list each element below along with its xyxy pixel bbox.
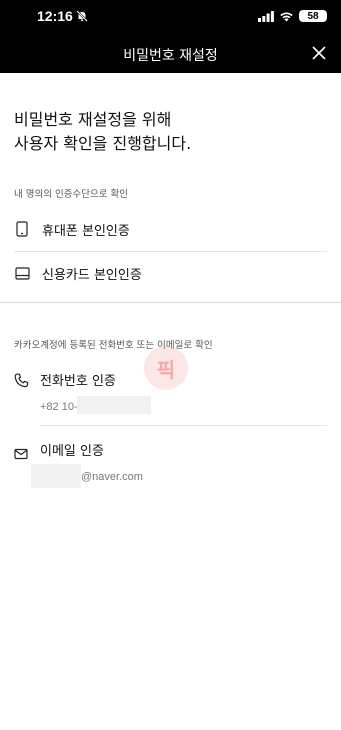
credit-card-icon bbox=[14, 265, 30, 281]
masked-phone-number: +82 10- bbox=[40, 401, 78, 413]
masked-email: @naver.com bbox=[81, 471, 143, 483]
instruction-heading: 비밀번호 재설정을 위해 사용자 확인을 진행합니다. bbox=[14, 108, 191, 156]
bell-slash-icon bbox=[76, 10, 88, 22]
status-indicators: 58 bbox=[258, 9, 327, 23]
phone-identity-verification[interactable]: 휴대폰 본인인증 bbox=[14, 207, 327, 251]
email-redaction bbox=[31, 464, 81, 488]
heading-line-1: 비밀번호 재설정을 위해 bbox=[14, 110, 172, 129]
section-label-own-identity: 내 명의의 인증수단으로 확인 bbox=[14, 189, 128, 200]
battery-indicator: 58 bbox=[299, 10, 327, 22]
card-identity-verification[interactable]: 신용카드 본인인증 bbox=[14, 251, 327, 295]
phone-verification-label: 전화번호 인증 bbox=[40, 374, 116, 389]
phone-identity-label: 휴대폰 본인인증 bbox=[42, 223, 130, 239]
email-verification[interactable]: 이메일 인증 @naver.com bbox=[14, 440, 327, 492]
close-icon[interactable] bbox=[309, 43, 329, 63]
heading-line-2: 사용자 확인을 진행합니다. bbox=[14, 134, 192, 153]
watermark-badge: 픽 bbox=[144, 346, 188, 390]
nav-header: 비밀번호 재설정 bbox=[0, 33, 341, 73]
wifi-icon bbox=[280, 11, 293, 21]
signal-icon bbox=[258, 10, 274, 22]
status-time: 12:16 bbox=[37, 8, 73, 24]
page-title: 비밀번호 재설정 bbox=[123, 48, 218, 64]
status-bar: 12:16 58 bbox=[0, 0, 341, 33]
phone-number-redaction bbox=[77, 396, 151, 414]
card-identity-label: 신용카드 본인인증 bbox=[42, 267, 142, 283]
divider bbox=[40, 425, 327, 426]
section-divider bbox=[0, 302, 341, 303]
email-verification-label: 이메일 인증 bbox=[40, 444, 104, 459]
mobile-phone-icon bbox=[14, 221, 30, 237]
phone-icon bbox=[14, 373, 29, 392]
section-label-kakao-account: 카카오계정에 등록된 전화번호 또는 이메일로 확인 bbox=[14, 340, 213, 351]
mail-icon bbox=[14, 445, 28, 464]
